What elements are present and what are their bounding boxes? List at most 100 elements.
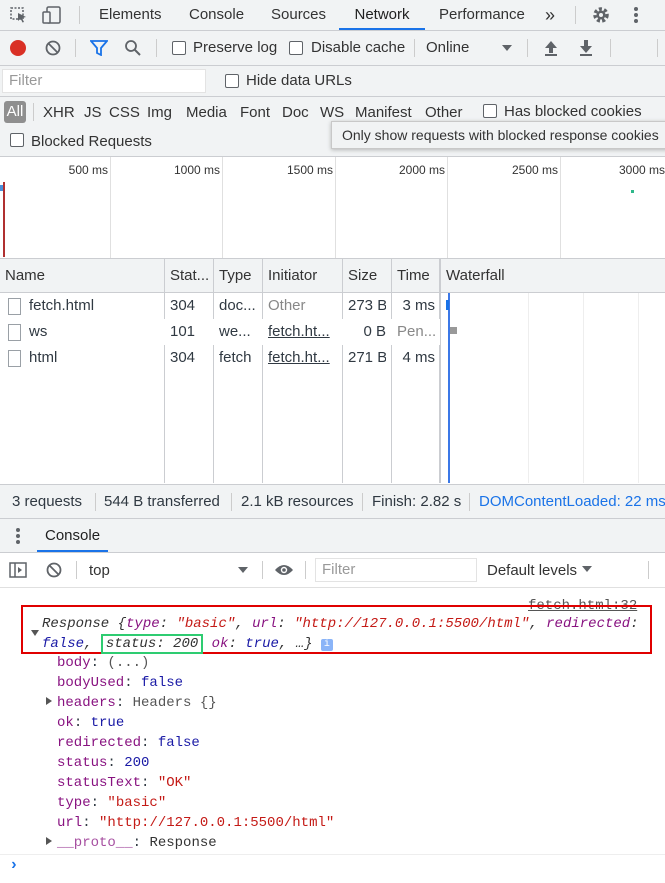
chevron-down-icon[interactable]	[502, 45, 512, 51]
property-value: "OK"	[157, 775, 192, 791]
filter-input[interactable]: Filter	[2, 69, 206, 93]
tab-sources[interactable]: Sources	[271, 0, 326, 30]
request-table-header: Name Stat... Type Initiator Size Time Wa…	[0, 259, 665, 293]
context-select[interactable]: top	[89, 562, 110, 579]
divider	[469, 493, 470, 511]
console-filter-input[interactable]: Filter	[315, 558, 477, 582]
type-filter-css[interactable]: CSS	[109, 104, 140, 121]
search-icon[interactable]	[124, 39, 142, 57]
divider	[305, 561, 306, 579]
type-filter-doc[interactable]: Doc	[282, 104, 309, 121]
clear-icon[interactable]	[45, 40, 61, 56]
response-summary-line2[interactable]: false, status: 200 ok: true, …} i	[42, 634, 333, 654]
more-tabs-button[interactable]: »	[545, 0, 555, 30]
table-row[interactable]: html 304 fetch fetch.ht... 271 B 4 ms	[0, 345, 440, 371]
gear-icon[interactable]	[591, 5, 611, 25]
has-blocked-cookies-checkbox[interactable]	[483, 104, 497, 118]
property-row: status: 200	[57, 755, 150, 771]
hide-data-urls-label: Hide data URLs	[246, 72, 352, 89]
property-key: redirected	[57, 735, 142, 751]
drawer-tabbar: Console	[0, 519, 665, 553]
device-toolbar-icon[interactable]	[42, 6, 62, 24]
hide-data-urls-checkbox[interactable]	[225, 74, 239, 88]
type-filter-js[interactable]: JS	[84, 104, 102, 121]
network-overview: 500 ms 1000 ms 1500 ms 2000 ms 2500 ms 3…	[0, 157, 665, 259]
clear-console-icon[interactable]	[46, 562, 62, 578]
property-row[interactable]: __proto__: Response	[57, 835, 217, 851]
expand-triangle-icon[interactable]	[31, 630, 39, 636]
divider	[33, 103, 34, 121]
divider	[231, 493, 232, 511]
response-summary-line1[interactable]: Response {type: "basic", url: "http://12…	[42, 616, 639, 632]
table-row[interactable]: ws 101 we... fetch.ht... 0 B Pen...	[0, 319, 440, 345]
property-row: type: "basic"	[57, 795, 167, 811]
preserve-log-checkbox[interactable]	[172, 41, 186, 55]
type-filter-other[interactable]: Other	[425, 104, 463, 121]
eye-icon[interactable]	[274, 563, 294, 577]
console-prompt[interactable]: ›	[9, 856, 19, 874]
property-value: false	[157, 735, 200, 751]
tick-label: 2000 ms	[398, 163, 445, 177]
type-filter-manifest[interactable]: Manifest	[355, 104, 412, 121]
column-time[interactable]: Time	[397, 259, 430, 292]
tab-console[interactable]: Console	[189, 0, 244, 30]
column-waterfall[interactable]: Waterfall	[446, 259, 505, 292]
column-status[interactable]: Stat...	[170, 259, 209, 292]
preserve-log-label: Preserve log	[193, 39, 278, 56]
type-filter-font[interactable]: Font	[240, 104, 270, 121]
divider	[95, 493, 96, 511]
property-key: statusText	[57, 775, 142, 791]
divider	[648, 561, 649, 579]
inspect-element-icon[interactable]	[10, 7, 28, 23]
kebab-menu-icon[interactable]	[633, 6, 639, 24]
row-initiator-link[interactable]: fetch.ht...	[268, 319, 336, 345]
record-icon[interactable]	[10, 40, 26, 56]
type-filter-all[interactable]: All	[4, 101, 26, 123]
divider	[76, 561, 77, 579]
column-name[interactable]: Name	[5, 259, 45, 292]
summary-status: status: 200	[105, 636, 199, 652]
summary-value: "basic"	[176, 616, 236, 632]
type-filter-ws[interactable]: WS	[320, 104, 344, 121]
property-key: status	[57, 755, 108, 771]
summary-prefix: Response {	[42, 616, 127, 632]
row-size: 271 B	[348, 349, 386, 366]
sidebar-toggle-icon[interactable]	[9, 562, 27, 578]
row-initiator: Other	[268, 297, 306, 314]
type-filter-media[interactable]: Media	[186, 104, 227, 121]
divider	[79, 6, 80, 24]
chevron-down-icon[interactable]	[238, 567, 248, 573]
kebab-menu-icon[interactable]	[15, 527, 21, 545]
request-count: 3 requests	[12, 493, 83, 510]
property-row[interactable]: headers: Headers {}	[57, 695, 217, 711]
document-icon	[8, 350, 21, 367]
throttling-select[interactable]: Online	[426, 39, 469, 56]
grid-line	[560, 157, 561, 258]
property-row[interactable]: body: (...)	[57, 655, 149, 671]
column-size[interactable]: Size	[348, 259, 377, 292]
export-har-icon[interactable]	[578, 39, 594, 57]
drawer-tab-console[interactable]: Console	[37, 519, 109, 552]
expand-triangle-icon[interactable]	[46, 697, 52, 705]
blocked-requests-checkbox[interactable]	[10, 133, 24, 147]
summary-value: false	[42, 636, 85, 652]
tab-performance[interactable]: Performance	[439, 0, 525, 30]
column-initiator[interactable]: Initiator	[268, 259, 317, 292]
tab-network[interactable]: Network	[339, 0, 425, 30]
tab-elements[interactable]: Elements	[99, 0, 162, 30]
row-initiator-link[interactable]: fetch.ht...	[268, 345, 336, 371]
domcontentloaded-time: DOMContentLoaded: 22 ms	[479, 493, 665, 510]
filter-icon[interactable]	[89, 40, 109, 57]
column-type[interactable]: Type	[219, 259, 252, 292]
row-type: doc...	[219, 297, 256, 314]
import-har-icon[interactable]	[543, 39, 559, 57]
chevron-down-icon[interactable]	[582, 566, 592, 572]
expand-triangle-icon[interactable]	[46, 837, 52, 845]
disable-cache-checkbox[interactable]	[289, 41, 303, 55]
info-icon[interactable]: i	[320, 639, 333, 651]
log-levels-select[interactable]: Default levels	[487, 562, 577, 579]
type-filter-img[interactable]: Img	[147, 104, 172, 121]
table-row[interactable]: fetch.html 304 doc... Other 273 B 3 ms	[0, 293, 440, 319]
type-filter-xhr[interactable]: XHR	[43, 104, 75, 121]
divider	[362, 493, 363, 511]
